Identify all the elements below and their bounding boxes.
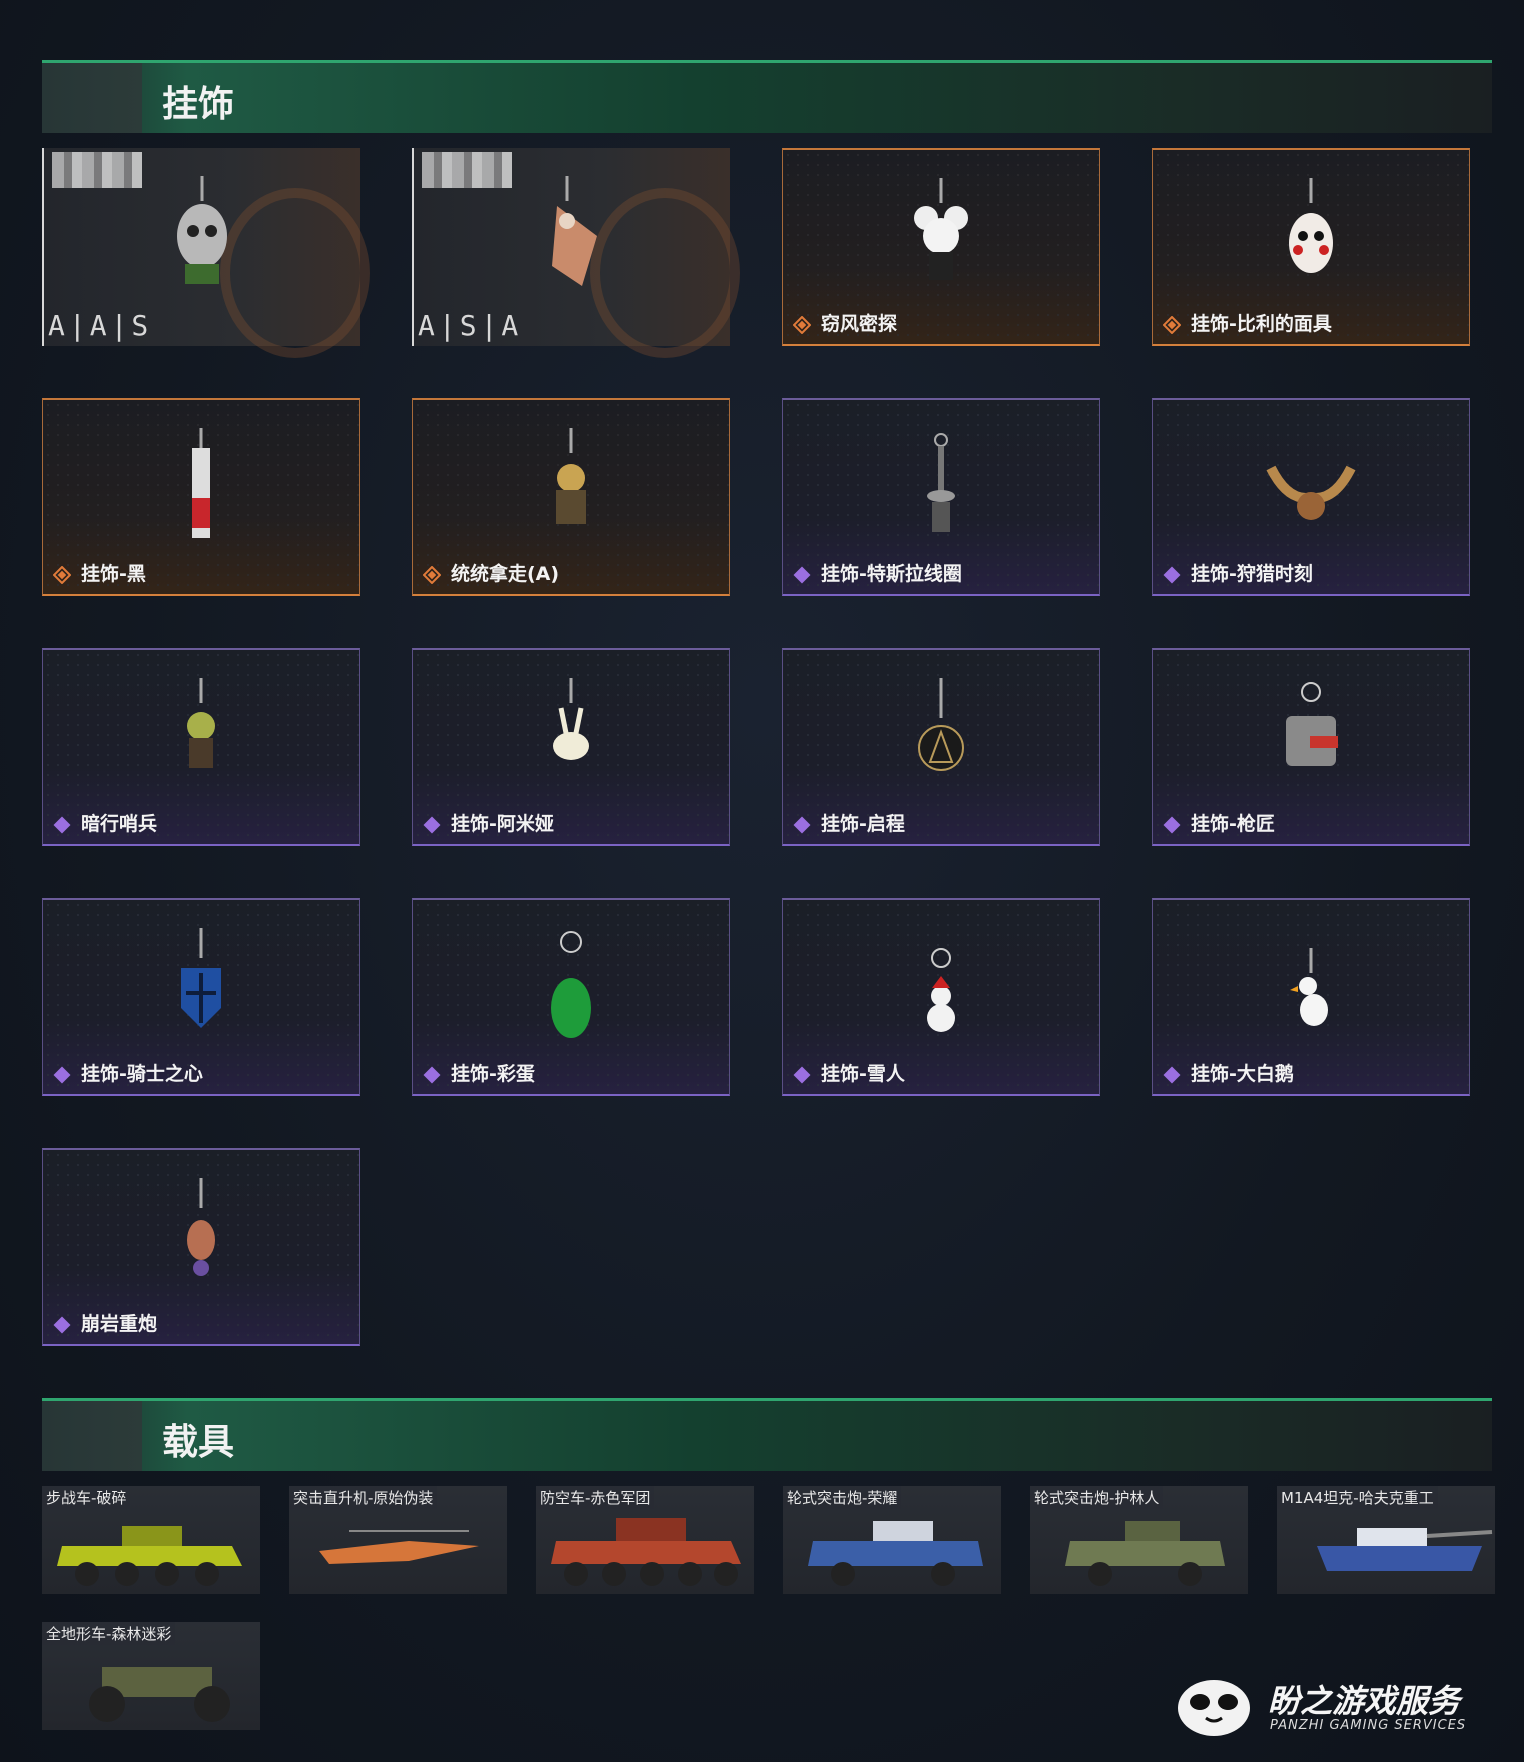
vehicle-card-3[interactable]: 防空车-赤色军团 [536,1486,754,1594]
charm-label: 挂饰-彩蛋 [451,1063,535,1085]
charm-card-special-1[interactable]: A|A|S [42,148,370,358]
vehicle-card-4[interactable]: 轮式突击炮-荣耀 [783,1486,1001,1594]
rarity-orange-icon [793,316,811,334]
rarity-purple-icon [1163,1066,1181,1084]
tesla-coil-charm-icon [927,433,955,532]
vehicle-card-7[interactable]: 全地形车-森林迷彩 [42,1622,260,1730]
charm-card-10[interactable]: 挂饰-枪匠 [1152,648,1470,846]
vehicle-card-6[interactable]: M1A4坦克-哈夫克重工 [1277,1486,1495,1594]
charms-section-header: 挂饰 [42,60,1492,133]
charm-label: 挂饰-启程 [821,813,905,835]
charm-card-4[interactable]: 统统拿走(A) [412,398,730,596]
charm-label: 窃风密探 [821,313,898,335]
vehicle-card-2[interactable]: 突击直升机-原始伪装 [289,1486,507,1594]
vehicle-card-1[interactable]: 步战车-破碎 [42,1486,260,1594]
vehicle-label: 全地形车-森林迷彩 [42,1622,176,1645]
watermark-subtitle: PANZHI GAMING SERVICES [1270,1718,1467,1733]
rarity-purple-icon [1163,566,1181,584]
gunsmith-charm-icon [1286,682,1338,766]
vehicle-label: M1A4坦克-哈夫克重工 [1277,1486,1438,1509]
charm-card-11[interactable]: 挂饰-骑士之心 [42,898,360,1096]
charm-card-12[interactable]: 挂饰-彩蛋 [412,898,730,1096]
charm-label: 挂饰-狩猎时刻 [1191,563,1313,585]
antler-charm-icon [1266,465,1356,520]
charm-card-5[interactable]: 挂饰-特斯拉线圈 [782,398,1100,596]
skull-charm-icon [177,176,227,284]
charm-card-8[interactable]: 挂饰-阿米娅 [412,648,730,846]
special-code: A|S|A [418,309,523,342]
vehicle-label: 轮式突击炮-护林人 [1030,1486,1164,1509]
rabbit-charm-icon [553,678,589,760]
charm-card-2[interactable]: 挂饰-比利的面具 [1152,148,1470,346]
rarity-purple-icon [793,816,811,834]
charm-label: 挂饰-阿米娅 [451,813,554,835]
blurred-tag [422,152,512,188]
charm-card-1[interactable]: 窃风密探 [782,148,1100,346]
charm-card-13[interactable]: 挂饰-雪人 [782,898,1100,1096]
vehicle-label: 轮式突击炮-荣耀 [783,1486,902,1509]
header-stub [42,63,142,133]
vehicle-label: 防空车-赤色军团 [536,1486,655,1509]
charm-card-7[interactable]: 暗行哨兵 [42,648,360,846]
medal-charm-icon [918,678,964,771]
panda-logo-icon [1178,1680,1250,1736]
charm-label: 挂饰-特斯拉线圈 [821,563,962,585]
egg-charm-icon [551,931,591,1038]
watermark-title: 盼之游戏服务 [1268,1682,1461,1720]
bird-skull-charm-icon [552,176,597,286]
mask-charm-icon [1289,178,1333,273]
special-code: A|A|S [48,309,153,342]
charm-card-3[interactable]: 挂饰-黑 [42,398,360,596]
rarity-purple-icon [53,816,71,834]
charm-card-15[interactable]: 崩岩重炮 [42,1148,360,1346]
tag-charm-icon [192,428,210,538]
charm-label: 挂饰-枪匠 [1191,813,1275,835]
charm-card-special-2[interactable]: A|S|A [412,148,740,358]
vehicles-section-header: 载具 [42,1398,1492,1471]
vehicle-label: 突击直升机-原始伪装 [289,1486,438,1509]
blurred-tag [52,152,142,188]
charm-card-9[interactable]: 挂饰-启程 [782,648,1100,846]
rarity-purple-icon [53,1316,71,1334]
goose-charm-icon [1290,948,1328,1026]
charm-label: 统统拿走(A) [451,563,560,585]
rarity-purple-icon [423,1066,441,1084]
vehicle-label: 步战车-破碎 [42,1486,131,1509]
header-stub [42,1401,142,1471]
vehicle-card-5[interactable]: 轮式突击炮-护林人 [1030,1486,1248,1594]
charm-card-6[interactable]: 挂饰-狩猎时刻 [1152,398,1470,596]
sentinel-charm-icon [187,678,215,768]
charms-section-title: 挂饰 [162,84,235,125]
snowman-charm-icon [927,948,955,1032]
charm-label: 暗行哨兵 [81,813,158,835]
charm-label: 崩岩重炮 [81,1313,158,1335]
charm-label: 挂饰-大白鹅 [1191,1063,1294,1085]
rarity-orange-icon [423,566,441,584]
rarity-purple-icon [793,566,811,584]
rock-cannon-charm-icon [187,1178,215,1276]
rarity-orange-icon [53,566,71,584]
charm-label: 挂饰-骑士之心 [81,1063,203,1085]
charm-label: 挂饰-雪人 [821,1063,905,1085]
vehicles-section-title: 载具 [162,1422,235,1463]
mouse-charm-icon [914,178,968,280]
rarity-purple-icon [1163,816,1181,834]
charm-card-14[interactable]: 挂饰-大白鹅 [1152,898,1470,1096]
shield-charm-icon [181,928,221,1028]
rarity-purple-icon [423,816,441,834]
rarity-purple-icon [53,1066,71,1084]
rarity-orange-icon [1163,316,1181,334]
rarity-purple-icon [793,1066,811,1084]
bandit-charm-icon [556,428,586,524]
panzhi-watermark: 盼之游戏服务 PANZHI GAMING SERVICES [1174,1670,1494,1744]
charm-label: 挂饰-黑 [81,563,146,585]
charm-label: 挂饰-比利的面具 [1191,313,1332,335]
